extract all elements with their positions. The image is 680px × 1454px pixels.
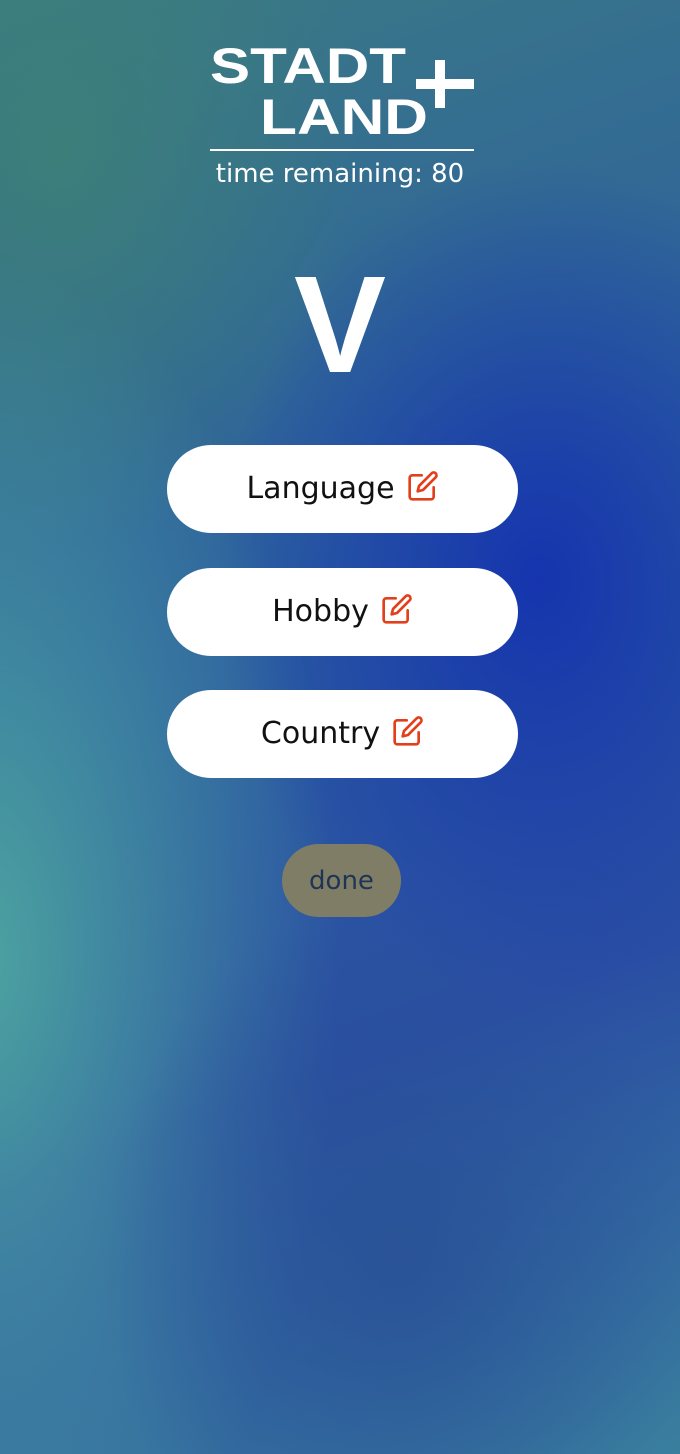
logo-plus-horizontal [416,79,474,89]
edit-icon [382,594,412,624]
time-remaining: time remaining: 80 [0,156,680,192]
time-remaining-value: 80 [431,159,465,189]
category-label: Language [246,471,395,506]
category-button-hobby[interactable]: Hobby [167,568,518,656]
time-remaining-label: time remaining: [215,159,423,189]
stadt-land-plus-logo: STADT LAND [210,40,474,136]
category-label: Country [260,716,381,751]
category-button-country[interactable]: Country [167,690,518,778]
current-letter: V [293,248,387,402]
category-button-language[interactable]: Language [167,445,518,533]
category-label: Hobby [272,594,369,629]
edit-icon [393,716,423,746]
logo-line-land: LAND [260,89,428,136]
edit-icon [407,471,438,501]
done-button[interactable]: done [282,844,401,917]
logo-underline [210,149,474,151]
logo-line-stadt: STADT [210,40,406,94]
